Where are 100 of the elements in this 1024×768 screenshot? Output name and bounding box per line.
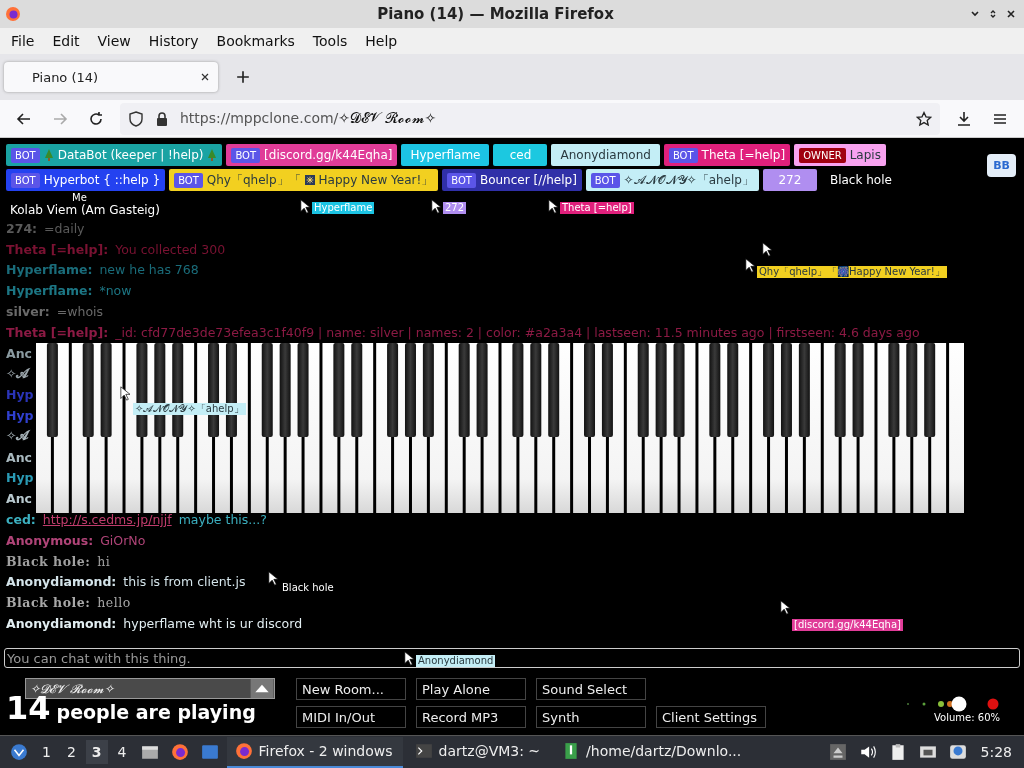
lock-icon[interactable]	[154, 110, 170, 127]
taskbar-window-button[interactable]: dartz@VM3: ~	[406, 736, 551, 768]
firefox-icon[interactable]	[170, 743, 189, 761]
workspace-button[interactable]: 1	[36, 740, 57, 764]
bot-badge: BOT	[590, 172, 620, 188]
chat-message: hello	[97, 595, 131, 611]
shield-icon[interactable]	[128, 110, 144, 127]
menu-item[interactable]: Bookmarks	[207, 33, 304, 49]
taskbar-window-button[interactable]: Firefox - 2 windows	[226, 736, 403, 768]
close-icon[interactable]	[200, 72, 210, 82]
player-tag[interactable]: BOT Theta [=help]	[663, 144, 791, 166]
mouse-cursor-icon	[268, 571, 278, 586]
chat-message: *now	[99, 283, 132, 299]
eject-icon[interactable]	[828, 743, 847, 761]
chat-author: ced:	[6, 512, 36, 528]
menu-item[interactable]: History	[139, 33, 208, 49]
player-tag[interactable]: BOT [discord.gg/k44Eqha]	[226, 144, 398, 166]
player-tag[interactable]: BOT ✧𝓐𝓝𝓞𝓝𝓨✧「ahelp」	[585, 169, 759, 191]
menu-item[interactable]: Help	[356, 33, 407, 49]
chat-message: You collected 300	[115, 241, 226, 257]
speaker-icon[interactable]	[858, 743, 877, 761]
network-icon[interactable]	[918, 743, 937, 761]
cursor-name-label: [discord.gg/k44Eqha]	[792, 619, 903, 631]
control-button[interactable]: Client Settings	[656, 706, 766, 728]
control-button[interactable]: Play Alone	[416, 678, 526, 700]
address-bar[interactable]: https://mppclone.com/✧𝓓𝓔𝓥 𝓡𝓸𝓸𝓶✧	[120, 102, 940, 135]
firefox-icon	[234, 742, 253, 760]
chat-message: =daily	[44, 220, 85, 236]
back-arrow-icon[interactable]	[16, 110, 32, 127]
url-text: https://mppclone.com/✧𝓓𝓔𝓥 𝓡𝓸𝓸𝓶✧	[180, 110, 438, 127]
player-tag[interactable]: Anonydiamond	[551, 144, 660, 166]
chat-message: hyperflame wht is ur discord	[123, 616, 303, 632]
player-tag[interactable]: BOT Bouncer [//help]	[442, 169, 582, 191]
control-button[interactable]: New Room...	[296, 678, 406, 700]
control-button[interactable]: Synth	[536, 706, 646, 728]
chat-author: Theta [=help]:	[6, 241, 109, 257]
menu-item[interactable]: Edit	[43, 33, 89, 49]
chat-author: 274:	[6, 220, 38, 236]
mouse-cursor-icon	[120, 386, 130, 401]
control-button[interactable]: MIDI In/Out	[296, 706, 406, 728]
bot-badge: BOT	[11, 172, 40, 188]
bb-badge[interactable]: BB	[987, 154, 1016, 177]
start-menu-icon[interactable]	[10, 743, 28, 761]
menu-item[interactable]: Tools	[303, 33, 357, 49]
reload-icon[interactable]	[88, 110, 104, 127]
player-tag[interactable]: BOT Hyperbot { ::help }	[6, 169, 166, 191]
menu-item[interactable]: File	[2, 33, 44, 49]
chat-message: GiOrNo	[100, 532, 146, 548]
workspace-button[interactable]: 2	[60, 740, 82, 764]
player-tag[interactable]: OWNER Lapis	[794, 144, 886, 166]
mouse-cursor-icon	[780, 600, 790, 615]
chat-message: _id: cfd77de3de73efea3c1f40f9 | name: silver | names: 2 | color: #a2a3a4 | lastseen: 11.5 minutes ago | firstseen: 4.6 days ago	[115, 324, 920, 340]
chat-message: =whois	[56, 304, 104, 320]
mouse-cursor-icon	[745, 258, 755, 273]
cursor-name-label: ✧𝓐𝓝𝓞𝓝𝓨✧「ahelp」	[133, 403, 246, 415]
notification-icon[interactable]	[948, 743, 967, 761]
workspace-button[interactable]: 3	[85, 740, 108, 764]
minimize-icon[interactable]	[970, 9, 980, 19]
control-button[interactable]: Record MP3	[416, 706, 526, 728]
status-text: Kolab Viem (Am Gasteig)	[10, 203, 160, 217]
caret-up-icon	[250, 679, 274, 698]
player-name: Anonydiamond	[560, 148, 651, 162]
chat-author: Black hole:	[6, 553, 91, 569]
volume-knob-drawing[interactable]	[904, 696, 1000, 712]
plus-icon[interactable]	[236, 70, 250, 84]
cursor-name-label: Me	[70, 192, 89, 204]
window-title: Piano (14) — Mozilla Firefox	[376, 5, 615, 23]
tree-icon	[207, 149, 218, 161]
file-manager-icon[interactable]	[140, 743, 159, 761]
mouse-cursor-icon	[548, 199, 558, 214]
player-name: ced	[509, 148, 532, 162]
bot-badge: BOT	[231, 147, 261, 163]
download-icon[interactable]	[956, 110, 972, 127]
terminal-icon	[414, 742, 433, 760]
workspace-button[interactable]: 4	[111, 740, 133, 764]
chat-author: Hyperflame:	[6, 262, 93, 278]
chat-author: ✧𝓐	[6, 428, 30, 445]
chat-link[interactable]: http://s.cedms.jp/njjf	[42, 512, 172, 528]
window-icon[interactable]	[200, 743, 219, 761]
chat-author: Anc	[6, 491, 32, 507]
chat-author: Hyp	[6, 387, 34, 403]
star-icon[interactable]	[916, 110, 932, 127]
maximize-icon[interactable]	[988, 9, 998, 19]
clock: 5:28	[980, 744, 1012, 760]
chat-author: Anc	[6, 345, 32, 361]
chat-author: Black hole:	[6, 595, 91, 611]
player-count-label: people are playing	[56, 701, 256, 723]
firefox-icon	[5, 6, 21, 22]
piano-keyboard-drawing[interactable]	[35, 343, 966, 513]
control-button[interactable]: Sound Select	[536, 678, 646, 700]
close-icon[interactable]	[1006, 9, 1016, 19]
cursor-name-label: Black hole	[280, 582, 336, 594]
volume-label: Volume: 60%	[934, 712, 1000, 723]
player-tag[interactable]: BOT Qhy「qhelp」「 Happy New Year!」	[169, 169, 439, 191]
browser-tab[interactable]: Piano (14)	[4, 62, 218, 92]
taskbar-window-button[interactable]: /home/dartz/Downlo...	[554, 736, 752, 768]
firework-icon	[304, 174, 315, 186]
tab-title: Piano (14)	[32, 69, 99, 85]
menu-item[interactable]: View	[88, 33, 140, 49]
player-tag[interactable]: BOT DataBot (keeper | !help)	[6, 144, 223, 166]
